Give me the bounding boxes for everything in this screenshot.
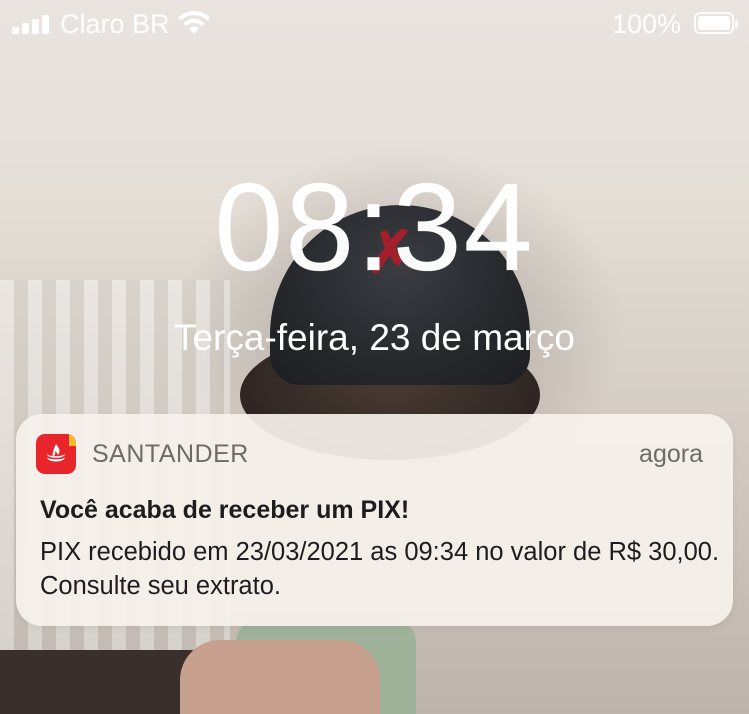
- wifi-icon: [178, 11, 210, 34]
- notification-title: Você acaba de receber um PIX!: [40, 496, 410, 524]
- app-icon-badge: [69, 434, 76, 446]
- lock-screen-date: Terça-feira, 23 de março: [173, 317, 575, 358]
- santander-flame-icon: [36, 434, 76, 474]
- battery-icon: [694, 12, 738, 34]
- battery-fill: [698, 16, 730, 30]
- notification-time: agora: [639, 440, 703, 468]
- notification-card[interactable]: SANTANDER agora Você acaba de receber um…: [16, 414, 733, 626]
- battery-percentage: 100%: [611, 9, 681, 39]
- cellular-signal-icon: [12, 14, 52, 34]
- notification-body: PIX recebido em 23/03/2021 as 09:34 no v…: [40, 538, 720, 600]
- notification-app-name: SANTANDER: [92, 440, 249, 468]
- lock-screen-clock: 08:34: [214, 159, 535, 297]
- status-bar: Claro BR 100%: [0, 0, 749, 48]
- wallpaper-hand: [180, 640, 380, 714]
- carrier-name: Claro BR: [60, 9, 170, 39]
